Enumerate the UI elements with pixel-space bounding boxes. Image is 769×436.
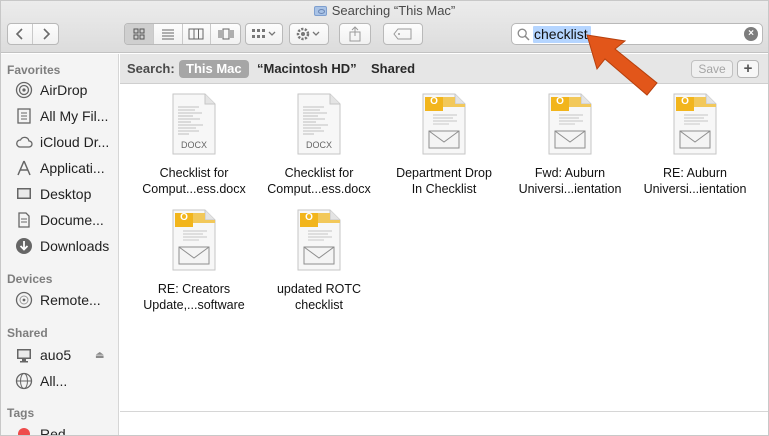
- sidebar-item-label: Docume...: [40, 212, 104, 228]
- sidebar-item-label: Desktop: [40, 186, 92, 202]
- sidebar-item-applications[interactable]: Applicati...: [15, 157, 117, 179]
- gear-icon: [296, 27, 320, 41]
- file-name: Checklist for Comput...ess.docx: [142, 166, 246, 196]
- tag-color-dot: [18, 428, 30, 435]
- sidebar-header-tags: Tags: [7, 406, 35, 420]
- email-file-icon: O: [294, 209, 344, 271]
- desktop-icon: [17, 188, 31, 199]
- column-view-icon: [188, 28, 204, 40]
- sidebar-item-label: Remote...: [40, 292, 101, 308]
- sidebar-item-label: auo5: [40, 347, 72, 363]
- clear-icon: ×: [748, 28, 754, 39]
- action-button[interactable]: [289, 23, 329, 45]
- share-icon: [349, 26, 361, 42]
- sidebar: Favorites AirDrop All My Fil... iCloud D…: [1, 54, 119, 436]
- file-item[interactable]: O Fwd: Auburn Universi...ientation: [511, 93, 629, 197]
- results-grid: DOCX Checklist for Comput...ess.docx DOCX…: [120, 85, 768, 411]
- chevron-right-icon: [42, 28, 50, 40]
- sidebar-item-all-my-files[interactable]: All My Fil...: [15, 105, 117, 127]
- smart-folder-icon: [313, 6, 327, 16]
- arrange-button[interactable]: [245, 23, 283, 45]
- sidebar-item-all-network[interactable]: All...: [15, 370, 117, 392]
- sidebar-item-label: AirDrop: [40, 82, 88, 98]
- sidebar-item-downloads[interactable]: Downloads: [15, 235, 117, 257]
- cloud-icon: [16, 136, 33, 148]
- sidebar-item-remote-disc[interactable]: Remote...: [15, 289, 117, 311]
- clear-search-button[interactable]: ×: [744, 27, 758, 41]
- sidebar-item-icloud-drive[interactable]: iCloud Dr...: [15, 131, 117, 153]
- file-name: Department Drop In Checklist: [396, 166, 492, 196]
- scope-shared[interactable]: Shared: [364, 60, 422, 78]
- file-name: RE: Auburn Universi...ientation: [643, 166, 747, 196]
- sidebar-header-devices: Devices: [7, 272, 53, 286]
- document-icon: [18, 212, 30, 228]
- icon-view-icon: [133, 28, 145, 40]
- arrange-grid-icon: [252, 29, 276, 38]
- file-item[interactable]: DOCX Checklist for Comput...ess.docx: [135, 93, 253, 197]
- tag-icon: [393, 28, 412, 40]
- add-criteria-button[interactable]: +: [737, 60, 759, 78]
- sidebar-item-desktop[interactable]: Desktop: [15, 183, 117, 205]
- network-globe-icon: [15, 372, 33, 390]
- sidebar-item-label: Applicati...: [40, 160, 105, 176]
- list-view-icon: [161, 29, 174, 40]
- sidebar-header-favorites: Favorites: [7, 63, 61, 77]
- sidebar-item-documents[interactable]: Docume...: [15, 209, 117, 231]
- window-title: Searching “This Mac”: [1, 3, 768, 18]
- eject-icon: ⏏: [95, 350, 105, 361]
- tag-button[interactable]: [383, 23, 423, 45]
- list-view-button[interactable]: [154, 24, 183, 44]
- all-files-icon: [17, 108, 31, 124]
- file-item[interactable]: O RE: Creators Update,...software: [135, 209, 253, 313]
- monitor-icon: [17, 349, 31, 363]
- scope-label: Search:: [127, 61, 175, 76]
- cover-flow-button[interactable]: [211, 24, 240, 44]
- file-name: RE: Creators Update,...software: [143, 282, 245, 312]
- save-search-button[interactable]: Save: [691, 60, 733, 78]
- annotation-arrow-icon: [586, 34, 658, 96]
- back-forward-group: [7, 23, 59, 45]
- column-view-button[interactable]: [183, 24, 212, 44]
- share-button[interactable]: [339, 23, 371, 45]
- applications-icon: [17, 160, 31, 176]
- sidebar-item-label: Downloads: [40, 238, 110, 254]
- file-name: Checklist for Comput...ess.docx: [267, 166, 371, 196]
- email-file-icon: O: [419, 93, 469, 155]
- sidebar-item-label: All My Fil...: [40, 108, 109, 124]
- docx-file-icon: DOCX: [169, 93, 219, 155]
- sidebar-item-airdrop[interactable]: AirDrop: [15, 79, 117, 101]
- scope-this-mac[interactable]: This Mac: [179, 60, 249, 78]
- icon-view-button[interactable]: [125, 24, 154, 44]
- cover-flow-icon: [218, 28, 234, 40]
- email-file-icon: O: [545, 93, 595, 155]
- eject-button[interactable]: ⏏: [95, 350, 104, 361]
- sidebar-item-label: iCloud Dr...: [40, 134, 110, 150]
- email-file-icon: O: [670, 93, 720, 155]
- file-name: updated ROTC checklist: [276, 282, 362, 312]
- view-mode-control: [124, 23, 241, 45]
- chevron-left-icon: [15, 28, 23, 40]
- sidebar-item-label: All...: [40, 373, 68, 389]
- file-item[interactable]: O RE: Auburn Universi...ientation: [636, 93, 754, 197]
- disc-icon: [15, 291, 33, 309]
- download-icon: [16, 238, 32, 254]
- file-item[interactable]: O updated ROTC checklist: [260, 209, 378, 313]
- sidebar-item-label: Red: [40, 426, 66, 436]
- finder-window: Searching “This Mac” checklist × Favorit…: [0, 0, 769, 436]
- file-name: Fwd: Auburn Universi...ientation: [518, 166, 622, 196]
- file-item[interactable]: DOCX Checklist for Comput...ess.docx: [260, 93, 378, 197]
- email-file-icon: O: [169, 209, 219, 271]
- magnifier-icon: [517, 28, 530, 41]
- back-button[interactable]: [8, 24, 33, 44]
- search-scope-bar: Search: This Mac “Macintosh HD” Shared S…: [120, 54, 768, 84]
- sidebar-header-shared: Shared: [7, 326, 48, 340]
- scope-macintosh-hd[interactable]: “Macintosh HD”: [250, 60, 364, 78]
- file-item[interactable]: O Department Drop In Checklist: [385, 93, 503, 197]
- status-bar: [120, 411, 768, 435]
- sidebar-item-tag-red[interactable]: Red: [15, 423, 117, 436]
- airdrop-icon: [15, 81, 33, 99]
- forward-button[interactable]: [33, 24, 58, 44]
- docx-file-icon: DOCX: [294, 93, 344, 155]
